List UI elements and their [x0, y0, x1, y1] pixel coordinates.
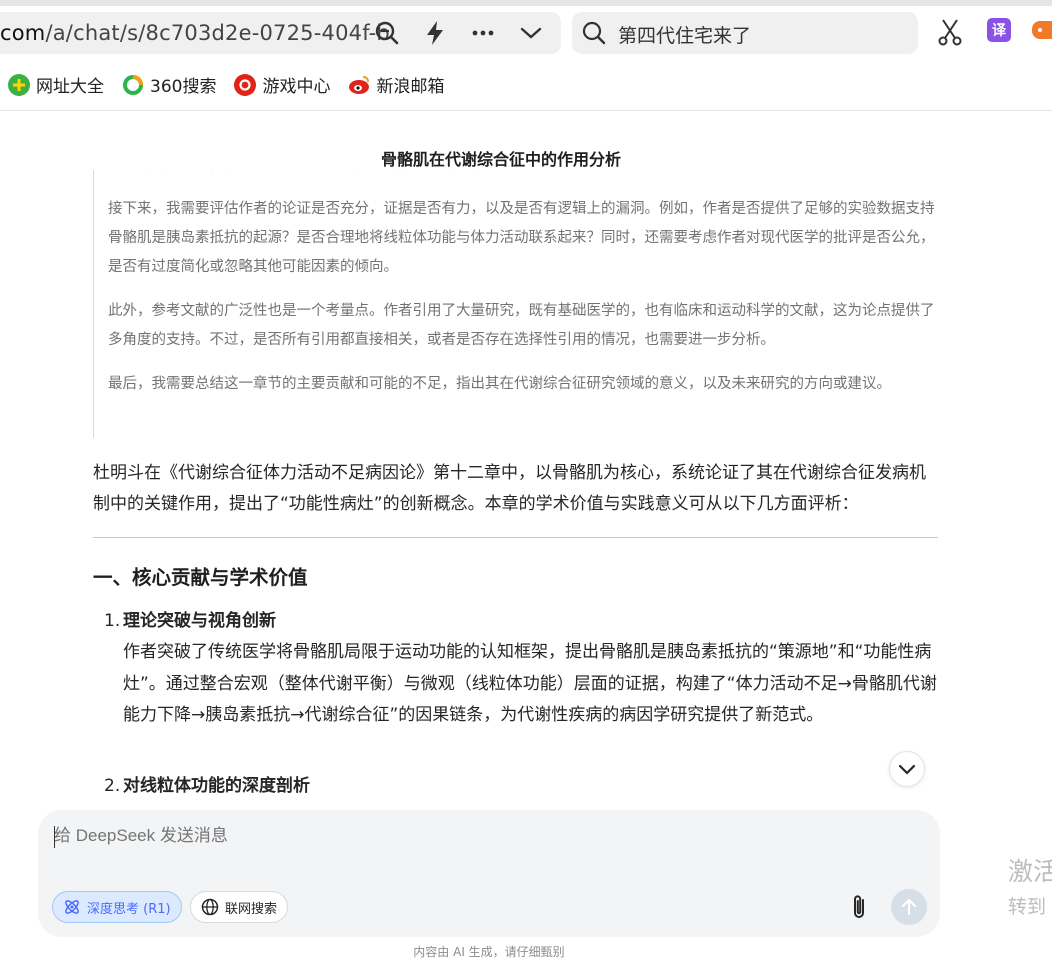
deep-think-label: 深度思考 (R1): [87, 901, 171, 917]
lightning-icon[interactable]: [420, 18, 450, 48]
answer-intro: 杜明斗在《代谢综合征体力活动不足病因论》第十二章中，以骨骼肌为核心，系统论证了其…: [93, 463, 926, 514]
deep-think-toggle[interactable]: 深度思考 (R1): [52, 891, 182, 923]
message-composer: 深度思考 (R1) 联网搜索: [38, 810, 940, 937]
list-number: 1.: [104, 611, 121, 631]
search-text: 第四代住宅来了: [618, 25, 752, 47]
translate-icon[interactable]: 译: [987, 18, 1011, 42]
arrow-up-icon: [901, 898, 917, 916]
url-host: com: [0, 21, 46, 45]
bookmark-label: 游戏中心: [262, 77, 331, 97]
message-input[interactable]: [54, 826, 854, 846]
bookmark-label: 新浪邮箱: [376, 77, 445, 97]
text-caret: [54, 826, 55, 848]
thinking-paragraph: 此外，参考文献的广泛性也是一个考量点。作者引用了大量研究，既有基础医学的，也有临…: [108, 303, 935, 348]
os-activation-watermark-sub: 转到: [1008, 896, 1047, 918]
browser-top-strip: [0, 0, 1052, 6]
bookmark-wangzhi[interactable]: 网址大全: [8, 72, 104, 97]
bookmark-label: 网址大全: [36, 77, 104, 97]
bookmark-360-search[interactable]: 360搜索: [122, 72, 216, 97]
paperclip-icon[interactable]: [848, 893, 872, 925]
thinking-paragraph: 接下来，我需要评估作者的论证是否充分，证据是否有力，以及是否有逻辑上的漏洞。例如…: [108, 201, 935, 275]
weibo-logo-icon: [348, 74, 370, 96]
wangzhi-logo-icon: [8, 73, 30, 96]
game-center-logo-icon: [234, 73, 257, 96]
bookmarks-bar: 网址大全 360搜索 游戏中心 新浪邮箱: [8, 72, 444, 97]
section-divider: [93, 537, 938, 538]
search-icon: [582, 21, 606, 49]
thinking-paragraph: 的“功能性病灶”，而现代医学的方法论问题则被放在第五节讨论。: [108, 170, 938, 180]
thinking-block: 的“功能性病灶”，而现代医学的方法论问题则被放在第五节讨论。 接下来，我需要评估…: [93, 170, 938, 438]
bookmark-label: 360搜索: [150, 77, 217, 97]
scissors-icon[interactable]: [937, 18, 963, 50]
web-search-label: 联网搜索: [225, 901, 278, 917]
ai-disclaimer: 内容由 AI 生成，请仔细甄别: [413, 945, 565, 959]
list-item-heading: 对线粒体功能的深度剖析: [123, 776, 310, 796]
address-bar[interactable]: com/a/chat/s/8c703d2e-0725-404f-b: [0, 12, 561, 54]
game-icon[interactable]: [1032, 18, 1052, 46]
scroll-to-bottom-button[interactable]: [889, 751, 925, 787]
chat-title: 骨骼肌在代谢综合征中的作用分析: [380, 150, 621, 169]
360-logo-icon: [122, 74, 144, 96]
list-item-heading: 理论突破与视角创新: [123, 611, 276, 631]
os-activation-watermark: 激活: [1008, 857, 1052, 886]
web-search-toggle[interactable]: 联网搜索: [190, 891, 289, 923]
thinking-paragraph: 最后，我需要总结这一章节的主要贡献和可能的不足，指出其在代谢综合征研究领域的意义…: [108, 376, 891, 392]
list-number: 2.: [104, 776, 121, 796]
chevron-down-icon: [898, 764, 916, 775]
bookmark-sina-mail[interactable]: 新浪邮箱: [348, 72, 444, 97]
zoom-icon[interactable]: [372, 18, 402, 48]
send-button[interactable]: [891, 889, 927, 925]
list-item-body: 作者突破了传统医学将骨骼肌局限于运动功能的认知框架，提出骨骼肌是胰岛素抵抗的“策…: [123, 642, 937, 725]
url-path: /a/chat/s/8c703d2e-0725-404f-b: [45, 21, 390, 45]
bookmark-game-center[interactable]: 游戏中心: [234, 72, 330, 97]
section-heading: 一、核心贡献与学术价值: [93, 566, 308, 589]
atom-icon: [65, 900, 79, 914]
address-url[interactable]: com/a/chat/s/8c703d2e-0725-404f-b: [0, 21, 390, 45]
browser-search-box[interactable]: 第四代住宅来了: [572, 12, 918, 54]
toolbar-divider: [0, 110, 1052, 111]
globe-icon: [201, 898, 219, 916]
more-icon[interactable]: [468, 18, 498, 48]
chevron-down-icon[interactable]: [516, 18, 546, 48]
